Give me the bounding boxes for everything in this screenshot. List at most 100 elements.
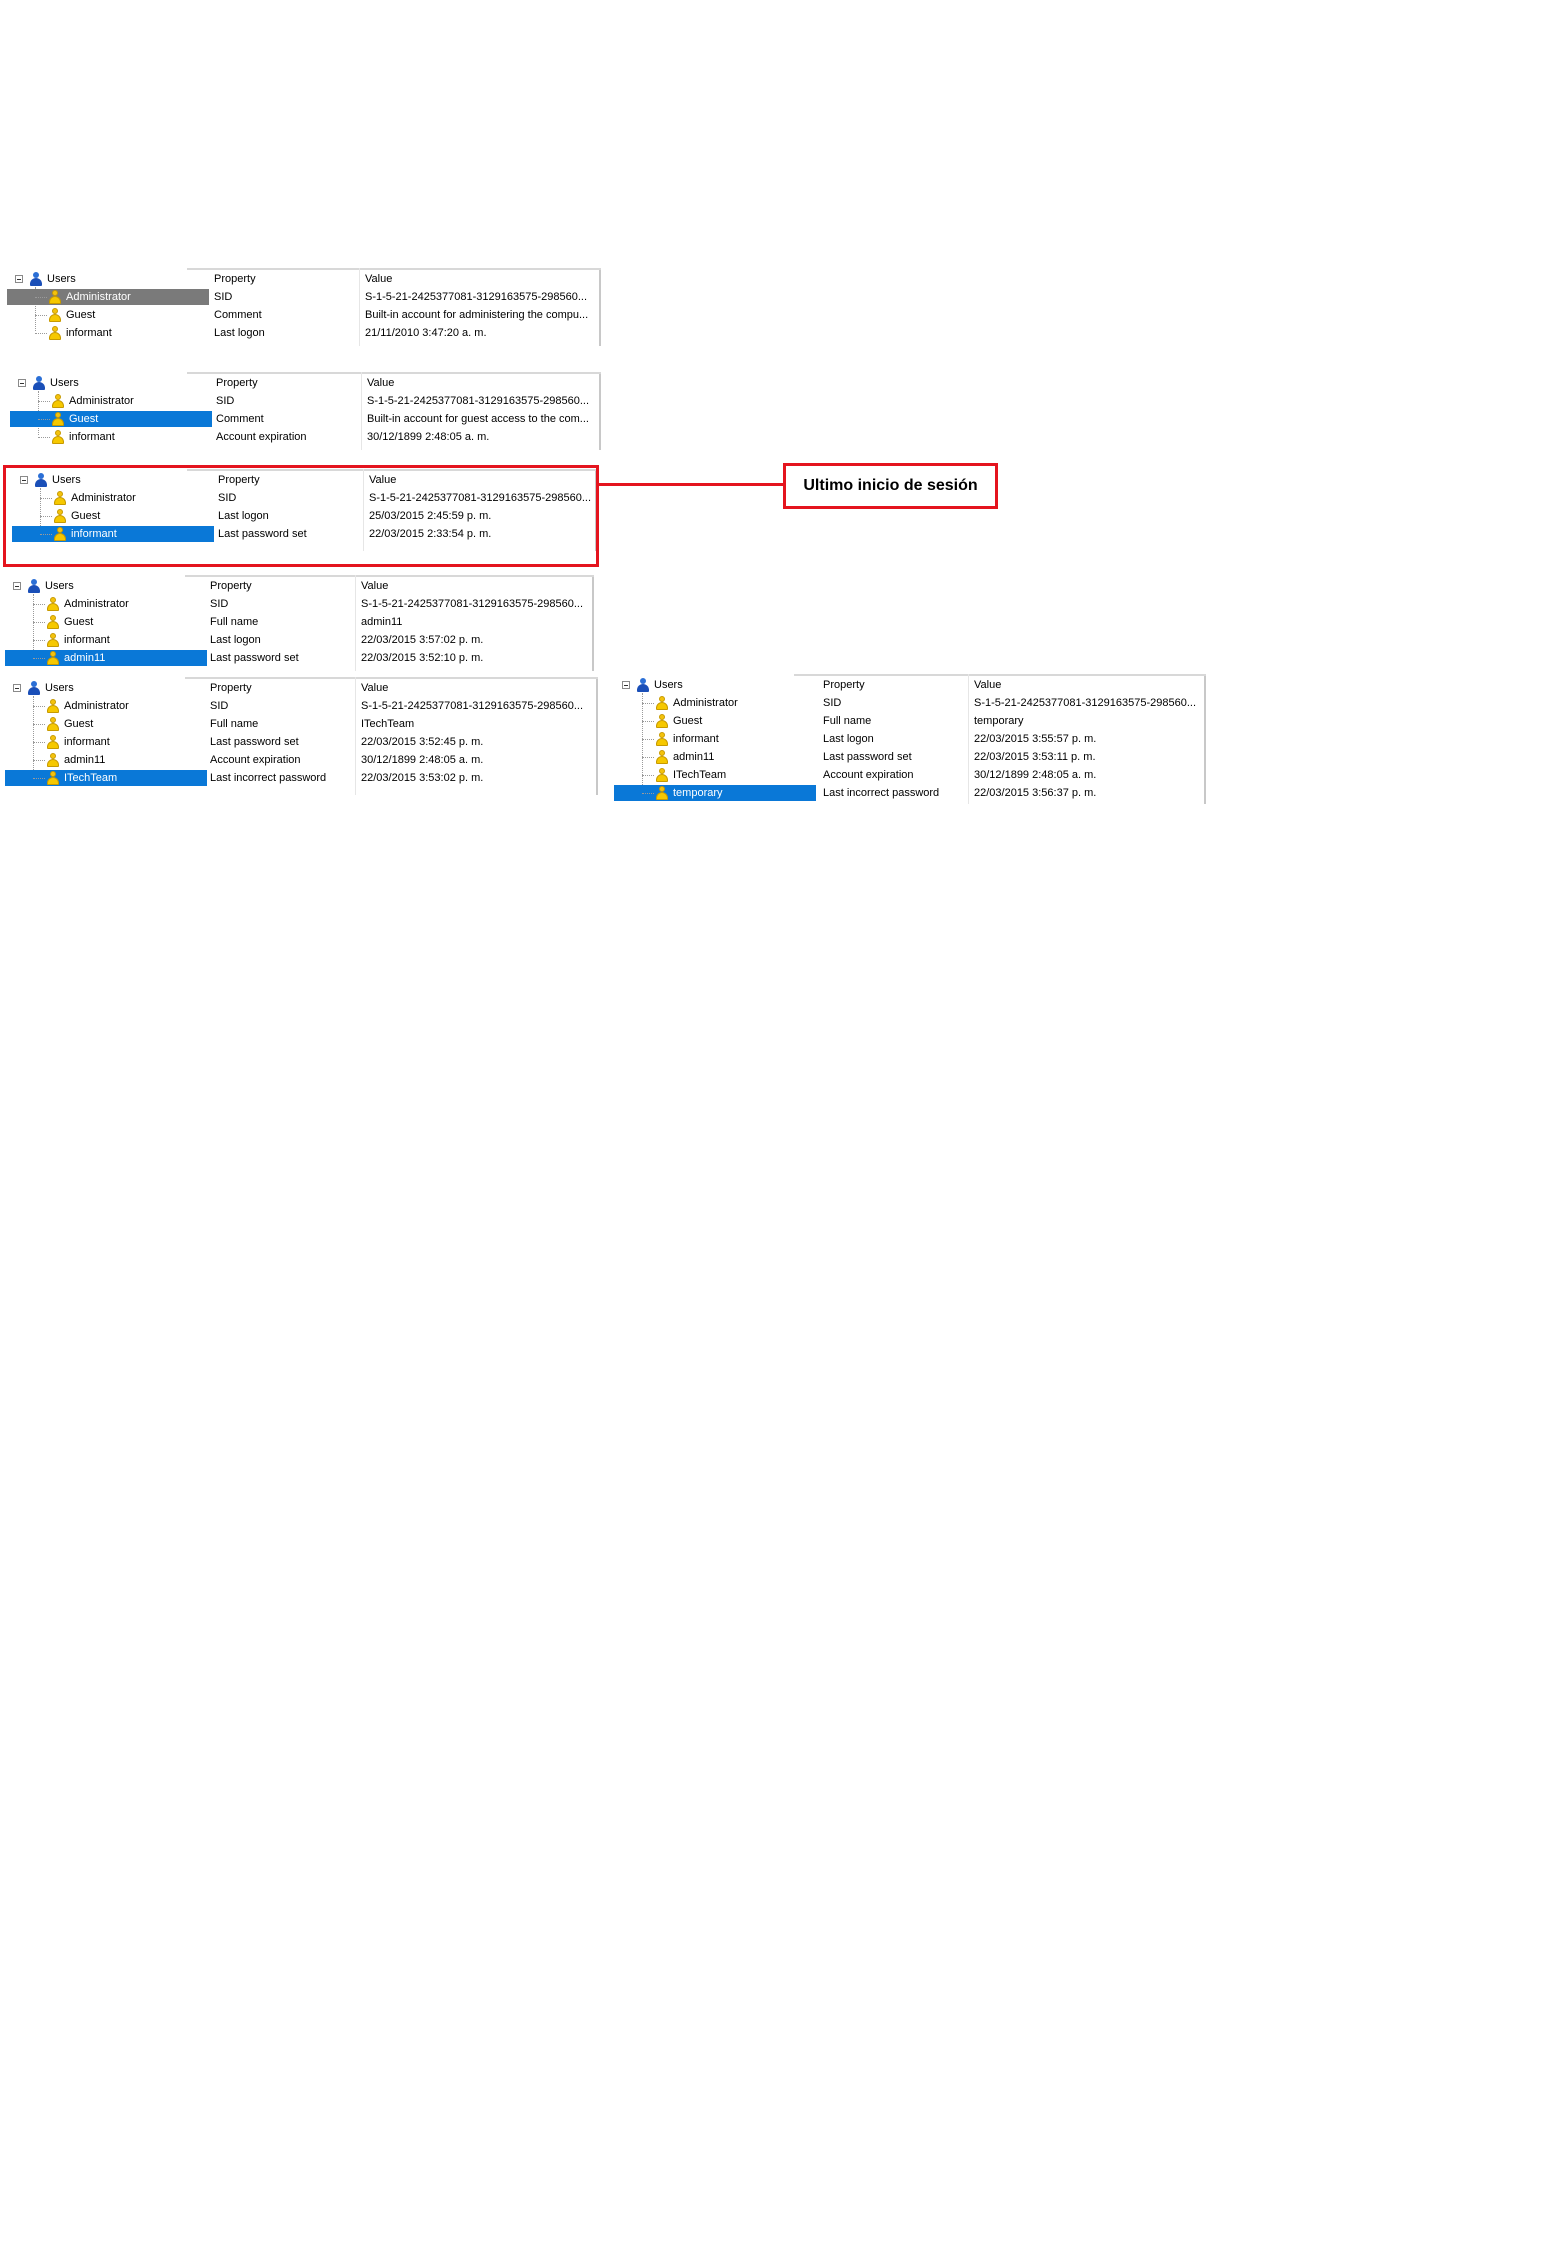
property-name: SID: [214, 291, 233, 303]
panel-border: [592, 575, 594, 671]
user-icon: [47, 597, 59, 611]
property-name: Comment: [214, 309, 262, 321]
tree-branch-line: [642, 721, 654, 722]
property-value: 22/03/2015 3:57:02 p. m.: [361, 634, 484, 646]
property-grid[interactable]: Property Value SID S-1-5-21-2425377081-3129…: [205, 677, 594, 795]
panel-border: [1204, 674, 1206, 804]
tree-item-label: Guest: [64, 718, 94, 730]
property-name: Full name: [210, 718, 259, 730]
tree-branch-line: [33, 706, 45, 707]
users-tree[interactable]: Users Administrator Guest informant: [10, 372, 212, 450]
collapse-icon[interactable]: [622, 681, 630, 689]
property-name: Last password set: [823, 751, 912, 763]
user-icon: [47, 717, 59, 731]
tree-branch-line: [33, 724, 45, 725]
tree-item-guest[interactable]: Guest: [10, 411, 212, 427]
tree-item-label: informant: [64, 736, 110, 748]
tree-root-users[interactable]: Users: [7, 271, 207, 287]
tree-branch-line: [33, 778, 45, 779]
tree-item-label: Administrator: [69, 395, 134, 407]
property-value: 22/03/2015 3:56:37 p. m.: [974, 787, 1097, 799]
user-icon: [49, 290, 61, 304]
user-icon: [47, 771, 59, 785]
header-value[interactable]: Value: [356, 679, 591, 697]
property-value: 22/03/2015 3:53:02 p. m.: [361, 772, 484, 784]
tree-guide-line: [642, 693, 643, 791]
header-value[interactable]: Value: [356, 577, 591, 595]
collapse-icon[interactable]: [13, 582, 21, 590]
tree-branch-line: [35, 333, 47, 334]
user-icon: [47, 633, 59, 647]
user-icon: [656, 768, 668, 782]
users-group-icon: [29, 272, 43, 286]
tree-item-label: temporary: [673, 787, 723, 799]
property-name: SID: [216, 395, 235, 407]
tree-root-label: Users: [654, 679, 683, 691]
callout-label: Ultimo inicio de sesión: [783, 463, 998, 509]
user-icon: [47, 735, 59, 749]
tree-item-administrator[interactable]: Administrator: [7, 289, 209, 305]
user-icon: [52, 430, 64, 444]
property-name: Last logon: [210, 634, 261, 646]
property-grid[interactable]: Property Value SID S-1-5-21-2425377081-3129…: [205, 575, 590, 671]
users-tree[interactable]: Users Administrator Guest informant: [7, 268, 209, 346]
users-group-icon: [27, 579, 41, 593]
panel-border: [599, 268, 601, 346]
property-name: Full name: [823, 715, 872, 727]
tree-branch-line: [38, 437, 50, 438]
header-value[interactable]: Value: [362, 374, 597, 392]
header-value[interactable]: Value: [969, 676, 1204, 694]
panel-border: [599, 372, 601, 450]
collapse-icon[interactable]: [15, 275, 23, 283]
header-property[interactable]: Property: [211, 374, 362, 392]
users-group-icon: [32, 376, 46, 390]
user-icon: [656, 750, 668, 764]
collapse-icon[interactable]: [13, 684, 21, 692]
tree-item-label: Guest: [64, 616, 94, 628]
property-value: 30/12/1899 2:48:05 a. m.: [367, 431, 490, 443]
property-grid[interactable]: Property Value SID S-1-5-21-2425377081-3129…: [211, 372, 597, 450]
tree-root-users[interactable]: Users: [10, 375, 210, 391]
user-icon: [656, 714, 668, 728]
property-name: Last logon: [823, 733, 874, 745]
tree-branch-line: [642, 703, 654, 704]
tree-branch-line: [33, 658, 45, 659]
property-value: S-1-5-21-2425377081-3129163575-298560...: [361, 598, 584, 610]
tree-branch-line: [33, 604, 45, 605]
property-name: Last incorrect password: [823, 787, 940, 799]
tree-item-itechteam[interactable]: ITechTeam: [5, 770, 207, 786]
tree-item-temporary[interactable]: temporary: [614, 785, 816, 801]
property-grid[interactable]: Property Value SID S-1-5-21-2425377081-3129…: [818, 674, 1202, 804]
users-tree[interactable]: Users Administrator Guest informant admin11: [5, 575, 207, 671]
tree-branch-line: [642, 739, 654, 740]
header-property[interactable]: Property: [209, 270, 360, 288]
header-value[interactable]: Value: [360, 270, 595, 288]
users-tree[interactable]: Users Administrator Guest informant admin11 I…: [614, 674, 816, 804]
property-value: Built-in account for guest access to the…: [367, 413, 589, 425]
tree-item-label: Administrator: [66, 291, 131, 303]
tree-item-label: Guest: [66, 309, 96, 321]
header-property[interactable]: Property: [205, 679, 356, 697]
tree-root-users[interactable]: Users: [5, 578, 205, 594]
header-property[interactable]: Property: [205, 577, 356, 595]
tree-item-label: informant: [69, 431, 115, 443]
property-grid[interactable]: Property Value SID S-1-5-21-2425377081-3129…: [209, 268, 597, 346]
tree-item-label: Administrator: [673, 697, 738, 709]
users-tree[interactable]: Users Administrator Guest informant admin11 I…: [5, 677, 207, 795]
panel-border: [596, 677, 598, 795]
tree-branch-line: [35, 297, 47, 298]
collapse-icon[interactable]: [18, 379, 26, 387]
property-name: Last incorrect password: [210, 772, 327, 784]
property-name: Full name: [210, 616, 259, 628]
user-icon: [47, 615, 59, 629]
tree-root-users[interactable]: Users: [614, 677, 814, 693]
property-name: Account expiration: [216, 431, 307, 443]
tree-item-admin11[interactable]: admin11: [5, 650, 207, 666]
property-name: Last password set: [210, 652, 299, 664]
property-name: SID: [210, 598, 229, 610]
property-value: S-1-5-21-2425377081-3129163575-298560...: [361, 700, 584, 712]
header-property[interactable]: Property: [818, 676, 969, 694]
property-value: admin11: [361, 616, 403, 628]
users-group-icon: [27, 681, 41, 695]
tree-root-users[interactable]: Users: [5, 680, 205, 696]
